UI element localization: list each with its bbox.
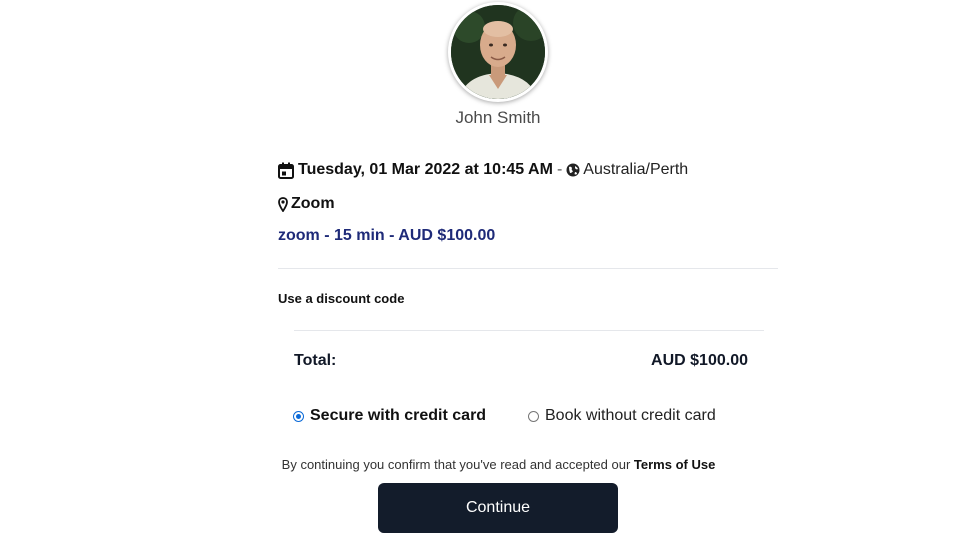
globe-icon: [566, 163, 580, 177]
consent-message: By continuing you confirm that you've re…: [281, 457, 631, 472]
datetime-separator: -: [556, 161, 563, 178]
booking-timezone: Australia/Perth: [583, 161, 689, 178]
total-value: AUD $100.00: [651, 352, 748, 369]
calendar-icon: [278, 162, 294, 179]
map-pin-icon: [278, 196, 288, 212]
credit-card-radio[interactable]: [293, 410, 304, 422]
booking-datetime-row: Tuesday, 01 Mar 2022 at 10:45 AM - Austr…: [278, 159, 688, 181]
booking-location: Zoom: [291, 195, 335, 212]
payment-option-credit-card[interactable]: Secure with credit card: [293, 405, 486, 427]
host-photo: [451, 5, 545, 99]
consent-text: By continuing you confirm that you've re…: [0, 457, 967, 472]
credit-card-option-label: Secure with credit card: [310, 407, 487, 424]
divider: [278, 268, 778, 269]
booking-location-row: Zoom: [278, 193, 335, 215]
booking-datetime: Tuesday, 01 Mar 2022 at 10:45 AM: [298, 161, 553, 178]
no-card-option-label: Book without credit card: [545, 407, 716, 424]
host-avatar: [448, 2, 548, 102]
continue-button[interactable]: Continue: [378, 483, 618, 533]
host-name: John Smith: [455, 108, 541, 127]
discount-code-link[interactable]: Use a discount code: [278, 291, 404, 306]
service-summary: zoom - 15 min - AUD $100.00: [278, 227, 496, 244]
no-card-radio[interactable]: [528, 410, 539, 422]
total-label: Total:: [294, 352, 337, 369]
divider: [294, 330, 764, 331]
terms-of-use-link[interactable]: Terms of Use: [634, 457, 715, 472]
payment-option-no-card[interactable]: Book without credit card: [528, 405, 716, 427]
